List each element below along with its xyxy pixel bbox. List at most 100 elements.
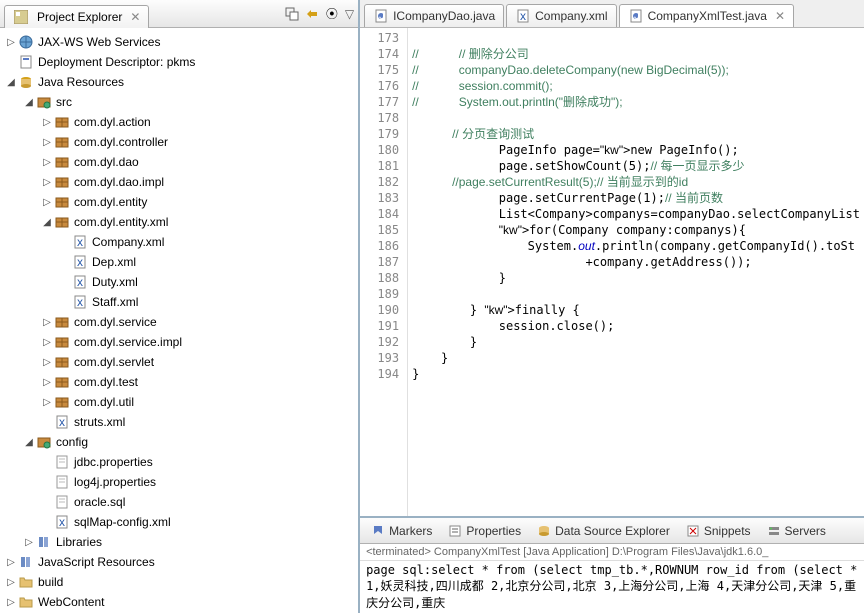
expander-icon[interactable]: [40, 475, 54, 489]
tree-item-label: Staff.xml: [92, 295, 138, 309]
tree-item[interactable]: xDep.xml: [0, 252, 358, 272]
expander-icon[interactable]: ▷: [4, 595, 18, 609]
tree-item[interactable]: Deployment Descriptor: pkms: [0, 52, 358, 72]
expander-icon[interactable]: [58, 275, 72, 289]
expander-icon[interactable]: [40, 415, 54, 429]
tree-item-label: com.dyl.dao: [74, 155, 139, 169]
expander-icon[interactable]: [40, 455, 54, 469]
expander-icon[interactable]: ▷: [40, 355, 54, 369]
expander-icon[interactable]: ◢: [22, 435, 36, 449]
tree-item-label: com.dyl.dao.impl: [74, 175, 164, 189]
tree-item[interactable]: ▷ Libraries: [0, 532, 358, 552]
tree-item[interactable]: ▷com.dyl.controller: [0, 132, 358, 152]
tree-item[interactable]: ◢config: [0, 432, 358, 452]
project-tree[interactable]: ▷ JAX-WS Web Services Deployment Descripto…: [0, 28, 358, 613]
tree-item[interactable]: ◢Java Resources: [0, 72, 358, 92]
tree-item[interactable]: jdbc.properties: [0, 452, 358, 472]
expander-icon[interactable]: ▷: [40, 155, 54, 169]
tree-item[interactable]: oracle.sql: [0, 492, 358, 512]
tree-item[interactable]: ▷ com.dyl.service: [0, 312, 358, 332]
tree-item[interactable]: log4j.properties: [0, 472, 358, 492]
tree-item[interactable]: ▷ JAX-WS Web Services: [0, 32, 358, 52]
expander-icon[interactable]: ◢: [4, 75, 18, 89]
editor-tab[interactable]: JICompanyDao.java: [364, 4, 504, 27]
expander-icon[interactable]: ▷: [40, 335, 54, 349]
tree-item-label: JAX-WS Web Services: [38, 35, 160, 49]
expander-icon[interactable]: [58, 295, 72, 309]
tree-item[interactable]: ▷ build: [0, 572, 358, 592]
tree-item[interactable]: xDuty.xml: [0, 272, 358, 292]
focus-icon[interactable]: ⦿: [325, 7, 339, 21]
tree-item[interactable]: ▷ com.dyl.dao.impl: [0, 172, 358, 192]
view-menu-icon[interactable]: ▽: [345, 7, 354, 21]
editor-area: JICompanyDao.javaxCompany.xmlJCompanyXml…: [360, 0, 864, 613]
bottom-tab-data-source-explorer[interactable]: Data Source Explorer: [530, 520, 677, 542]
src-icon: [36, 94, 52, 110]
tree-item[interactable]: ◢com.dyl.entity.xml: [0, 212, 358, 232]
tree-item-label: log4j.properties: [74, 475, 156, 489]
xml-icon: x: [72, 294, 88, 310]
pkg-icon: [54, 374, 70, 390]
bottom-tab-servers[interactable]: Servers: [760, 520, 833, 542]
tree-item[interactable]: ▷com.dyl.service.impl: [0, 332, 358, 352]
tree-item[interactable]: ▷com.dyl.action: [0, 112, 358, 132]
tree-item[interactable]: ▷com.dyl.servlet: [0, 352, 358, 372]
code-content[interactable]: // // 删除分公司 // companyDao.deleteCompany(…: [408, 28, 864, 516]
tree-item[interactable]: ◢src: [0, 92, 358, 112]
expander-icon[interactable]: [40, 515, 54, 529]
expander-icon[interactable]: ▷: [40, 395, 54, 409]
expander-icon[interactable]: ▷: [40, 375, 54, 389]
tree-item[interactable]: xCompany.xml: [0, 232, 358, 252]
doc-icon: [18, 54, 34, 70]
tree-item[interactable]: ▷ JavaScript Resources: [0, 552, 358, 572]
editor-tab[interactable]: xCompany.xml: [506, 4, 616, 27]
bottom-tab-markers[interactable]: Markers: [364, 520, 439, 542]
tree-item[interactable]: ▷com.dyl.test: [0, 372, 358, 392]
snip-icon: [686, 524, 700, 538]
tree-item[interactable]: ▷com.dyl.entity: [0, 192, 358, 212]
tree-item[interactable]: ▷com.dyl.util: [0, 392, 358, 412]
expander-icon[interactable]: [4, 55, 18, 69]
expander-icon[interactable]: ▷: [40, 315, 54, 329]
expander-icon[interactable]: [40, 495, 54, 509]
code-editor[interactable]: 173 174 175 176 177 178 179 180 181 182 …: [360, 28, 864, 518]
collapse-all-icon[interactable]: [285, 7, 299, 21]
expander-icon[interactable]: ▷: [40, 115, 54, 129]
navigator-icon: [13, 9, 29, 25]
expander-icon[interactable]: ▷: [40, 175, 54, 189]
close-icon[interactable]: ✕: [130, 10, 140, 24]
pkg-icon: [54, 154, 70, 170]
expander-icon[interactable]: ▷: [22, 535, 36, 549]
pkg-icon: [54, 114, 70, 130]
expander-icon[interactable]: [58, 235, 72, 249]
expander-icon[interactable]: ◢: [40, 215, 54, 229]
project-explorer-tab[interactable]: Project Explorer ✕: [4, 5, 149, 28]
expander-icon[interactable]: ▷: [40, 195, 54, 209]
tree-item-label: Libraries: [56, 535, 102, 549]
tree-item-label: JavaScript Resources: [38, 555, 155, 569]
expander-icon[interactable]: ▷: [4, 575, 18, 589]
bottom-tab-properties[interactable]: Properties: [441, 520, 528, 542]
tree-item[interactable]: ▷ com.dyl.dao: [0, 152, 358, 172]
close-icon[interactable]: ✕: [775, 9, 785, 23]
tree-item-label: com.dyl.service: [74, 315, 157, 329]
tree-item-label: jdbc.properties: [74, 455, 153, 469]
tree-item[interactable]: ▷WebContent: [0, 592, 358, 612]
console-output[interactable]: page sql:select * from (select tmp_tb.*,…: [360, 561, 864, 613]
expander-icon[interactable]: ▷: [40, 135, 54, 149]
editor-tab-label: ICompanyDao.java: [393, 9, 495, 23]
link-editor-icon[interactable]: [305, 7, 319, 21]
expander-icon[interactable]: ▷: [4, 35, 18, 49]
expander-icon[interactable]: ▷: [4, 555, 18, 569]
bottom-tab-snippets[interactable]: Snippets: [679, 520, 758, 542]
pkg-icon: [54, 314, 70, 330]
editor-tab[interactable]: JCompanyXmlTest.java✕: [619, 4, 794, 27]
tree-item[interactable]: x Staff.xml: [0, 292, 358, 312]
expander-icon[interactable]: [58, 255, 72, 269]
pkg-icon: [54, 334, 70, 350]
expander-icon[interactable]: ◢: [22, 95, 36, 109]
tree-item[interactable]: xstruts.xml: [0, 412, 358, 432]
tree-item[interactable]: xsqlMap-config.xml: [0, 512, 358, 532]
tree-item-label: build: [38, 575, 63, 589]
svg-text:x: x: [59, 515, 65, 529]
